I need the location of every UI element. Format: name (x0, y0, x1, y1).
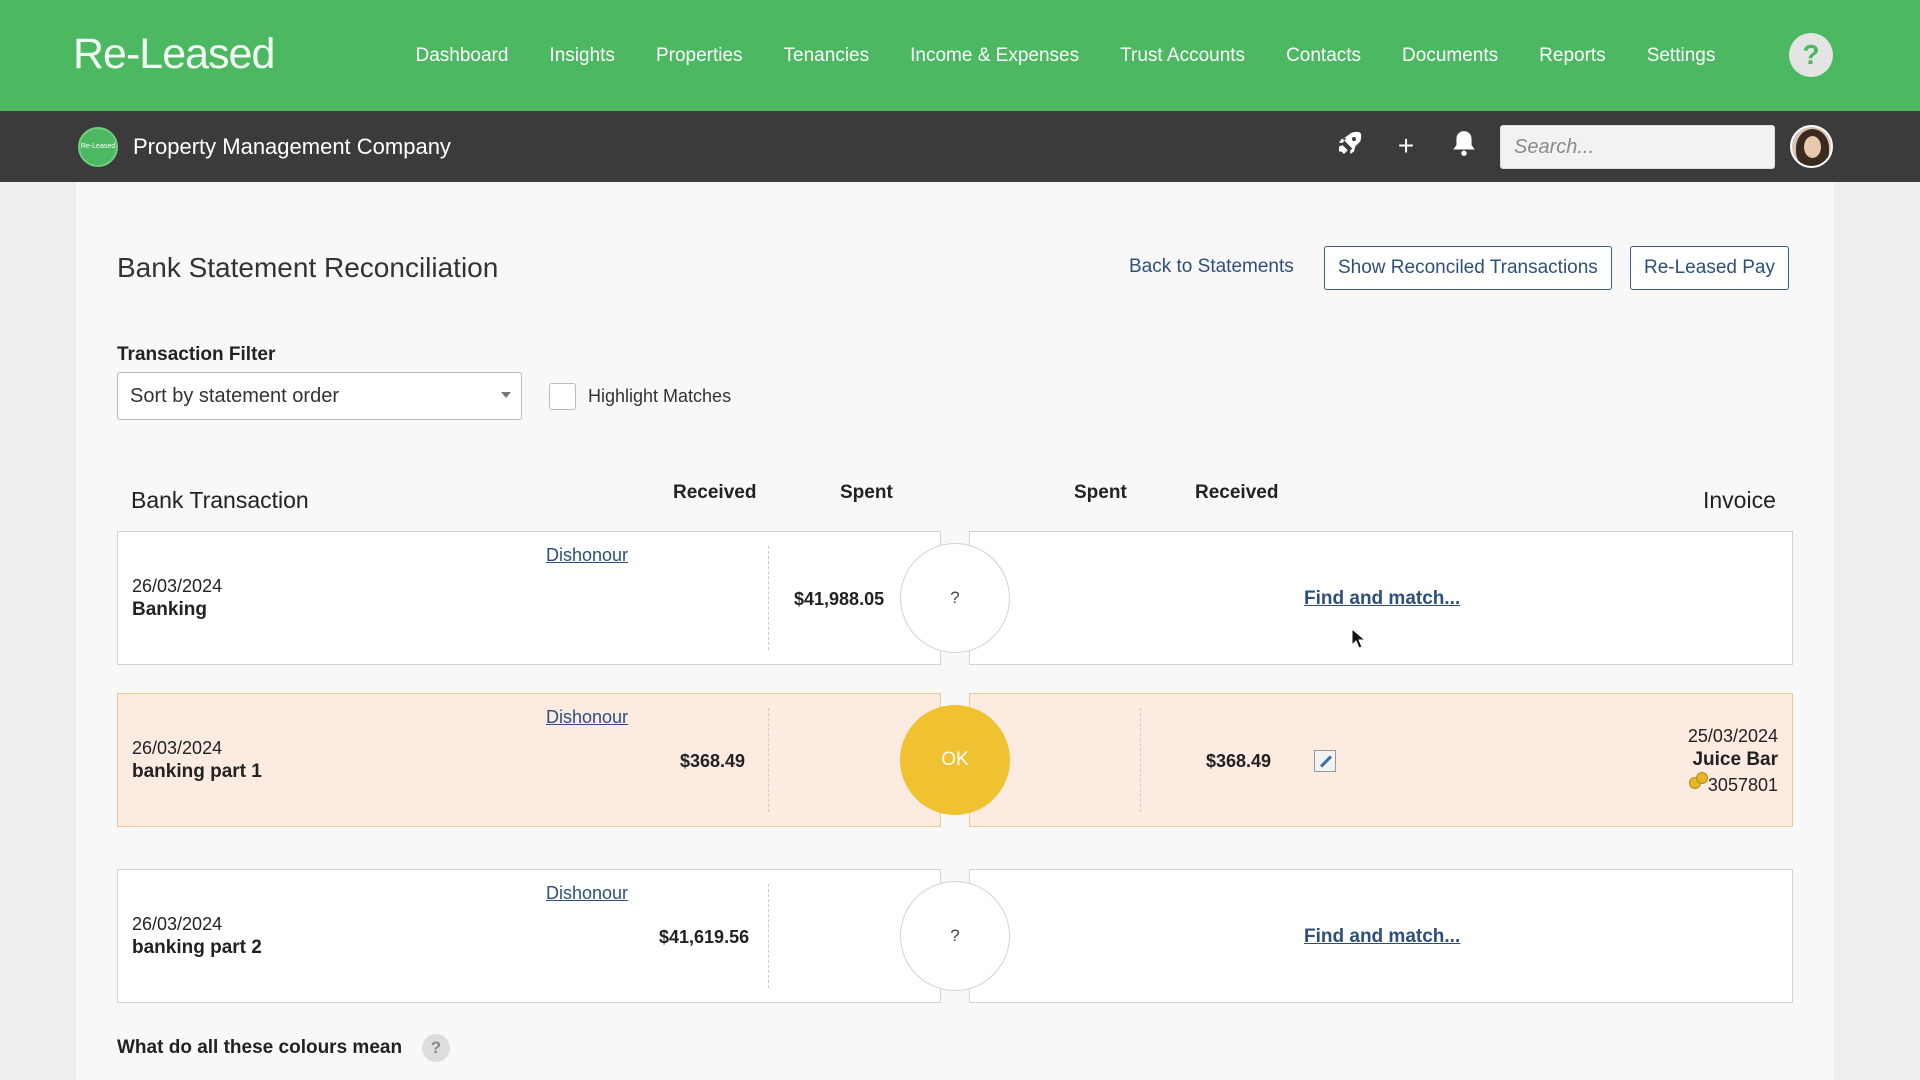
nav-reports[interactable]: Reports (1539, 45, 1606, 67)
transaction-date: 26/03/2024 (132, 914, 223, 934)
user-avatar[interactable] (1790, 125, 1833, 168)
show-reconciled-button[interactable]: Show Reconciled Transactions (1324, 246, 1612, 290)
bell-icon[interactable] (1447, 129, 1481, 163)
find-and-match-link[interactable]: Find and match... (1304, 588, 1460, 610)
colours-help-text: What do all these colours mean (117, 1037, 403, 1058)
transaction-description: Banking (132, 599, 207, 620)
rocket-icon[interactable] (1332, 129, 1366, 163)
match-panel: $368.49 25/03/2024 Juice Bar 3057801 (969, 693, 1793, 827)
invoice-date: 25/03/2024 (1687, 726, 1778, 746)
col-received-left: Received (673, 482, 757, 503)
spent-amount: $41,988.05 (794, 589, 885, 609)
match-panel: Find and match... (969, 531, 1793, 665)
transaction-filter-value: Sort by statement order (130, 385, 339, 407)
nav-properties[interactable]: Properties (656, 45, 743, 67)
highlight-matches-checkbox[interactable] (549, 383, 576, 410)
dishonour-link[interactable]: Dishonour (546, 545, 628, 566)
bank-transaction-panel: Dishonour 26/03/2024 banking part 2 $41,… (117, 869, 941, 1003)
nav-tenancies[interactable]: Tenancies (784, 45, 870, 67)
received-amount: $368.49 (680, 751, 746, 771)
col-bank-transaction: Bank Transaction (131, 487, 309, 513)
top-navigation-bar: Re-Leased Dashboard Insights Properties … (0, 0, 1920, 111)
received-amount: $41,619.56 (659, 927, 750, 947)
search-input[interactable] (1500, 125, 1775, 169)
add-icon[interactable]: + (1389, 129, 1423, 163)
edit-match-icon[interactable] (1314, 750, 1336, 772)
match-status-circle[interactable]: OK (900, 705, 1010, 815)
help-icon[interactable]: ? (422, 1034, 450, 1062)
chevron-down-icon (501, 392, 511, 398)
matched-received-amount: $368.49 (1206, 751, 1272, 771)
main-nav: Dashboard Insights Properties Tenancies … (395, 0, 1736, 111)
highlight-matches-label[interactable]: Highlight Matches (588, 386, 731, 407)
company-name[interactable]: Property Management Company (133, 134, 451, 160)
invoice-number: 3057801 (1707, 775, 1778, 795)
released-logo[interactable]: Re-Leased (73, 30, 275, 79)
bank-transaction-panel: Dishonour 26/03/2024 Banking $41,988.05 (117, 531, 941, 665)
match-panel: Find and match... (969, 869, 1793, 1003)
transaction-filter-label: Transaction Filter (117, 344, 276, 365)
match-status-circle[interactable]: ? (900, 543, 1010, 653)
col-invoice: Invoice (1703, 487, 1776, 513)
released-pay-button[interactable]: Re-Leased Pay (1630, 246, 1789, 290)
nav-insights[interactable]: Insights (549, 45, 614, 67)
transaction-date: 26/03/2024 (132, 576, 223, 596)
col-spent-right: Spent (1074, 482, 1127, 503)
nav-dashboard[interactable]: Dashboard (416, 45, 509, 67)
transaction-description: banking part 2 (132, 937, 262, 958)
transaction-date: 26/03/2024 (132, 738, 223, 758)
company-bar: Re-Leased Property Management Company + (0, 111, 1920, 182)
bank-transaction-panel: Dishonour 26/03/2024 banking part 1 $368… (117, 693, 941, 827)
invoice-name[interactable]: Juice Bar (1692, 749, 1778, 771)
col-spent-left: Spent (840, 482, 893, 503)
coins-icon (1689, 772, 1709, 790)
nav-documents[interactable]: Documents (1402, 45, 1498, 67)
company-logo: Re-Leased (78, 127, 118, 167)
col-received-right: Received (1195, 482, 1279, 503)
nav-income-expenses[interactable]: Income & Expenses (910, 45, 1079, 67)
page-title: Bank Statement Reconciliation (117, 252, 499, 283)
transaction-filter-select[interactable]: Sort by statement order (117, 372, 522, 420)
help-icon[interactable]: ? (1789, 33, 1833, 77)
transaction-description: banking part 1 (132, 761, 262, 782)
match-status-circle[interactable]: ? (900, 881, 1010, 991)
main-content: Bank Statement Reconciliation Back to St… (76, 182, 1834, 1080)
nav-contacts[interactable]: Contacts (1286, 45, 1361, 67)
nav-settings[interactable]: Settings (1647, 45, 1716, 67)
dishonour-link[interactable]: Dishonour (546, 883, 628, 904)
find-and-match-link[interactable]: Find and match... (1304, 926, 1460, 948)
nav-trust-accounts[interactable]: Trust Accounts (1120, 45, 1245, 67)
dishonour-link[interactable]: Dishonour (546, 707, 628, 728)
back-to-statements-link[interactable]: Back to Statements (1129, 256, 1294, 278)
